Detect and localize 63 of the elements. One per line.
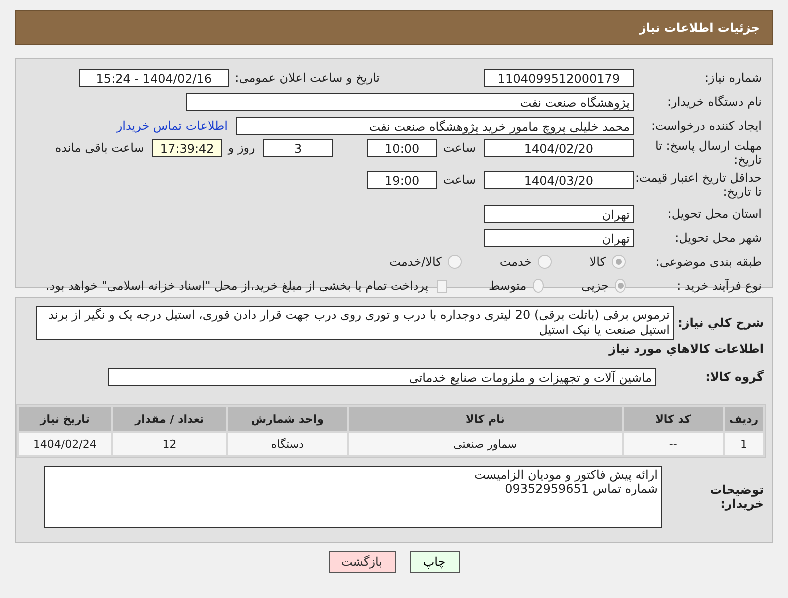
table-cell: سماور صنعتی <box>349 433 622 455</box>
column-header: تاریخ نیاز <box>19 407 112 431</box>
radio-button[interactable] <box>448 255 462 269</box>
table-cell: 1404/02/24 <box>19 433 112 455</box>
notes-line: شماره تماس 09352959651 <box>504 482 658 496</box>
radio-button[interactable] <box>612 255 626 269</box>
field-label: تاریخ و ساعت اعلان عمومی: <box>235 71 380 85</box>
field-label: گروه کالا: <box>704 370 765 384</box>
table-cell: 12 <box>113 433 226 455</box>
input-field[interactable]: 1104099512000179 <box>484 69 634 87</box>
field-label: نوع فرآیند خرید : <box>676 279 763 293</box>
field-label: مهلت ارسال پاسخ: تا تاریخ: <box>654 139 763 167</box>
input-field[interactable]: ماشین آلات و تجهیزات و ملزومات صنایع خدماتی <box>108 368 656 386</box>
notes-line: ارائه پیش فاکتور و مودیان الزامیست <box>474 468 658 482</box>
field-label: شرح کلي نياز: <box>677 316 765 330</box>
section-heading: اطلاعات کالاهاي مورد نياز <box>608 342 765 356</box>
field-label: استان محل تحویل: <box>666 207 763 221</box>
input-field[interactable]: 1404/02/20 <box>484 139 634 157</box>
column-header: واحد شمارش <box>228 407 348 431</box>
field-label: ساعت باقی مانده <box>55 140 144 157</box>
input-field[interactable]: 19:00 <box>367 171 438 189</box>
column-header: کد کالا <box>624 407 723 431</box>
input-field[interactable]: محمد خلیلی پروچ مامور خرید پژوهشگاه صنعت نفت <box>236 117 634 135</box>
table-cell: 1 <box>724 433 763 455</box>
field-label: ایجاد کننده درخواست: <box>650 119 763 133</box>
checkbox-label: پرداخت تمام یا بخشی از مبلغ خرید،از محل "اسناد خزانه اسلامی" خواهد بود. <box>46 279 429 293</box>
input-field[interactable]: تهران <box>484 205 634 223</box>
field-label: شماره نیاز: <box>704 71 763 85</box>
radio-label: کالا/خدمت <box>390 255 442 269</box>
radio-label: کالا <box>590 255 606 269</box>
column-header: نام کالا <box>349 407 622 431</box>
description-box[interactable]: ترموس برقی (باتلت برقی) 20 لیتری دوجداره با درب و توری روی درب جهت قرار دادن قوری، استیل درجه یک و نگیر از برند استیل صنعت یا نیک استیل <box>36 306 674 340</box>
input-field[interactable]: 1404/02/16 - 15:24 <box>79 69 230 87</box>
contact-link[interactable]: اطلاعات تماس خریدار <box>116 119 228 133</box>
field-label: ساعت <box>443 172 476 189</box>
input-field[interactable]: پژوهشگاه صنعت نفت <box>186 93 634 111</box>
countdown-field: 17:39:42 <box>152 139 222 157</box>
field-label: طبقه بندی موضوعی: <box>654 255 763 269</box>
input-field[interactable]: تهران <box>484 229 634 247</box>
input-field[interactable]: 1404/03/20 <box>484 171 634 189</box>
field-label: ساعت <box>443 140 476 157</box>
table-cell: دستگاه <box>228 433 348 455</box>
page-title: جزئیات اطلاعات نیاز <box>639 20 760 34</box>
radio-button[interactable] <box>538 255 552 269</box>
radio-label: جزیی <box>582 279 610 293</box>
input-field[interactable]: 3 <box>263 139 334 157</box>
field-label: توضیحات خریدار: <box>709 483 765 511</box>
column-header: تعداد / مقدار <box>113 407 226 431</box>
checkbox[interactable] <box>436 280 447 292</box>
radio-button[interactable] <box>615 279 626 293</box>
print-button[interactable]: چاپ <box>410 551 460 573</box>
input-field[interactable]: 10:00 <box>367 139 438 157</box>
table-cell: -- <box>624 433 723 455</box>
radio-label: خدمت <box>500 255 532 269</box>
field-label: روز و <box>228 140 256 157</box>
radio-button[interactable] <box>532 279 544 293</box>
back-button[interactable]: بازگشت <box>328 551 396 573</box>
field-label: شهر محل تحویل: <box>674 231 763 245</box>
field-label: حداقل تاریخ اعتبار قیمت: تا تاریخ: <box>634 171 763 199</box>
column-header: ردیف <box>724 407 763 431</box>
radio-label: متوسط <box>488 279 527 293</box>
field-label: نام دستگاه خریدار: <box>666 95 763 109</box>
notes-box[interactable]: ارائه پیش فاکتور و مودیان الزامیست شماره تماس 09352959651 <box>44 466 662 528</box>
